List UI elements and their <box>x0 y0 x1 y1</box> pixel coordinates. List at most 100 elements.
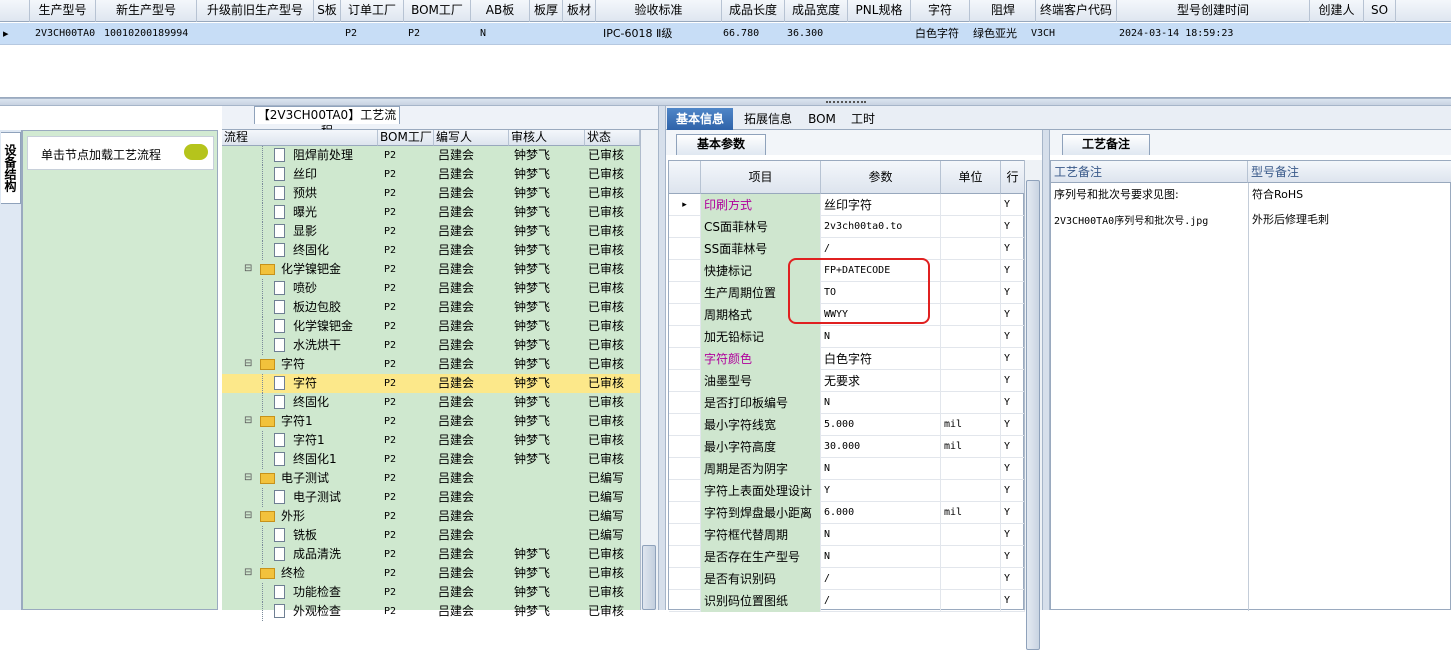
tree-hint-node[interactable]: 单击节点加载工艺流程 <box>27 136 214 170</box>
param-value[interactable]: 无要求 <box>821 370 941 392</box>
param-value[interactable]: Y <box>821 480 941 502</box>
table-row[interactable]: ▸ 2V3CH00TA0 10010200189994 P2 P2 N IPC-6018 Ⅱ… <box>0 23 1451 45</box>
table-row[interactable]: 功能检查 P2 吕建会 钟梦飞 已审核 <box>222 583 640 602</box>
top-grid-col-header[interactable]: AB板 <box>471 0 530 22</box>
table-row[interactable]: 终固化1 P2 吕建会 钟梦飞 已审核 <box>222 450 640 469</box>
table-row[interactable]: 外观检查 P2 吕建会 钟梦飞 已审核 <box>222 602 640 621</box>
top-grid-col-header[interactable]: 字符 <box>911 0 970 22</box>
table-row[interactable]: 字符1 P2 吕建会 钟梦飞 已审核 <box>222 431 640 450</box>
process-scrollbar[interactable] <box>640 130 658 610</box>
top-grid-col-header[interactable]: 新生产型号 <box>96 0 197 22</box>
table-row[interactable]: 预烘 P2 吕建会 钟梦飞 已审核 <box>222 184 640 203</box>
param-value[interactable]: / <box>821 568 941 590</box>
table-row[interactable]: 阻焊前处理 P2 吕建会 钟梦飞 已审核 <box>222 146 640 165</box>
process-title-tab[interactable]: 【2V3CH00TA0】工艺流程 <box>254 106 400 138</box>
table-row[interactable]: 字符颜色 白色字符 Y <box>669 348 1025 370</box>
tab-bom[interactable]: BOM <box>805 108 839 130</box>
param-value[interactable]: N <box>821 392 941 414</box>
process-col-flow[interactable]: 流程 <box>222 130 378 146</box>
table-row[interactable]: 最小字符线宽 5.000 mil Y <box>669 414 1025 436</box>
table-row[interactable]: 电子测试 P2 吕建会 已编写 <box>222 488 640 507</box>
table-row[interactable]: 化学镍钯金 P2 吕建会 钟梦飞 已审核 <box>222 317 640 336</box>
table-row[interactable]: 识别码位置图纸 / Y <box>669 590 1025 612</box>
top-grid-col-header[interactable]: S板 <box>314 0 341 22</box>
table-row[interactable]: 字符到焊盘最小距离 6.000 mil Y <box>669 502 1025 524</box>
collapse-icon[interactable]: ⊟ <box>244 511 253 521</box>
top-grid-col-header[interactable]: 验收标准 <box>596 0 722 22</box>
vertical-splitter-left[interactable] <box>658 106 666 610</box>
table-row[interactable]: 加无铅标记 N Y <box>669 326 1025 348</box>
top-grid-col-header[interactable]: 创建人 <box>1310 0 1364 22</box>
param-value[interactable]: 5.000 <box>821 414 941 436</box>
table-row[interactable]: 喷砂 P2 吕建会 钟梦飞 已审核 <box>222 279 640 298</box>
top-grid-col-header[interactable]: 升级前旧生产型号 <box>197 0 314 22</box>
param-value[interactable]: 2v3ch00ta0.to <box>821 216 941 238</box>
top-grid-col-header[interactable]: 终端客户代码 <box>1036 0 1117 22</box>
top-grid-col-header[interactable]: 成品长度 <box>722 0 785 22</box>
table-row[interactable]: 是否存在生产型号 N Y <box>669 546 1025 568</box>
vertical-splitter-right[interactable] <box>1042 130 1050 610</box>
param-value[interactable]: / <box>821 590 941 612</box>
top-grid-col-header[interactable]: 阻焊 <box>971 0 1036 22</box>
collapse-icon[interactable]: ⊟ <box>244 264 253 274</box>
process-scroll-thumb[interactable] <box>642 545 656 610</box>
table-row[interactable]: 终固化 P2 吕建会 钟梦飞 已审核 <box>222 393 640 412</box>
tab-process-notes[interactable]: 工艺备注 <box>1062 134 1150 155</box>
top-grid-col-header[interactable]: PNL规格 <box>848 0 911 22</box>
table-row[interactable]: 板边包胶 P2 吕建会 钟梦飞 已审核 <box>222 298 640 317</box>
process-col-status[interactable]: 状态 <box>585 130 640 146</box>
param-value[interactable]: N <box>821 326 941 348</box>
table-row[interactable]: 是否打印板编号 N Y <box>669 392 1025 414</box>
table-row[interactable]: 字符上表面处理设计 Y Y <box>669 480 1025 502</box>
params-col-value[interactable]: 参数 <box>821 161 941 194</box>
table-row[interactable]: 油墨型号 无要求 Y <box>669 370 1025 392</box>
table-row[interactable]: 丝印 P2 吕建会 钟梦飞 已审核 <box>222 165 640 184</box>
top-grid-col-header[interactable]: SO <box>1364 0 1396 22</box>
table-row[interactable]: 水洗烘干 P2 吕建会 钟梦飞 已审核 <box>222 336 640 355</box>
tab-work-hours[interactable]: 工时 <box>846 108 880 130</box>
table-row[interactable]: ⊟ 终检 P2 吕建会 钟梦飞 已审核 <box>222 564 640 583</box>
table-row[interactable]: CS面菲林号 2v3ch00ta0.to Y <box>669 216 1025 238</box>
table-row[interactable]: SS面菲林号 / Y <box>669 238 1025 260</box>
table-row[interactable]: 最小字符高度 30.000 mil Y <box>669 436 1025 458</box>
top-grid-col-header[interactable]: BOM工厂 <box>404 0 471 22</box>
process-col-writer[interactable]: 编写人 <box>434 130 509 146</box>
top-grid-col-header[interactable]: 生产型号 <box>30 0 96 22</box>
table-row[interactable]: ⊟ 化学镍钯金 P2 吕建会 钟梦飞 已审核 <box>222 260 640 279</box>
params-col-item[interactable]: 项目 <box>701 161 821 194</box>
collapse-icon[interactable]: ⊟ <box>244 473 253 483</box>
params-col-unit[interactable]: 单位 <box>941 161 1001 194</box>
table-row[interactable]: 成品清洗 P2 吕建会 钟梦飞 已审核 <box>222 545 640 564</box>
collapse-icon[interactable]: ⊟ <box>244 568 253 578</box>
splitter-grip[interactable] <box>826 101 866 104</box>
param-value[interactable]: / <box>821 238 941 260</box>
top-grid-col-header[interactable]: 订单工厂 <box>341 0 404 22</box>
tab-basic-info[interactable]: 基本信息 <box>667 108 733 130</box>
table-row[interactable]: 字符框代替周期 N Y <box>669 524 1025 546</box>
params-scroll-thumb[interactable] <box>1026 180 1040 650</box>
table-row[interactable]: ⊟ 字符 P2 吕建会 钟梦飞 已审核 <box>222 355 640 374</box>
table-row[interactable]: ⊟ 字符1 P2 吕建会 钟梦飞 已审核 <box>222 412 640 431</box>
param-value[interactable]: 30.000 <box>821 436 941 458</box>
top-grid-col-header[interactable]: 型号创建时间 <box>1117 0 1310 22</box>
table-row[interactable]: ▸ 印刷方式 丝印字符 Y <box>669 194 1025 216</box>
tab-extended-info[interactable]: 拓展信息 <box>741 108 795 130</box>
param-value[interactable]: 白色字符 <box>821 348 941 370</box>
horizontal-splitter[interactable] <box>0 98 1451 106</box>
top-grid-col-header[interactable]: 板厚 <box>530 0 563 22</box>
params-col-flag[interactable]: 行 <box>1001 161 1025 194</box>
param-value[interactable]: N <box>821 546 941 568</box>
tab-equipment-structure[interactable]: 设备结构 <box>1 132 21 204</box>
table-row[interactable]: 铣板 P2 吕建会 已编写 <box>222 526 640 545</box>
table-row[interactable]: 字符 P2 吕建会 钟梦飞 已审核 <box>222 374 640 393</box>
process-col-bom-factory[interactable]: BOM工厂 <box>378 130 434 146</box>
top-grid-col-header[interactable]: 板材 <box>563 0 596 22</box>
param-value[interactable]: 丝印字符 <box>821 194 941 216</box>
table-row[interactable]: ⊟ 外形 P2 吕建会 已编写 <box>222 507 640 526</box>
table-row[interactable]: 终固化 P2 吕建会 钟梦飞 已审核 <box>222 241 640 260</box>
param-value[interactable]: N <box>821 458 941 480</box>
top-grid-col-header[interactable]: 成品宽度 <box>785 0 848 22</box>
table-row[interactable]: ⊟ 电子测试 P2 吕建会 已编写 <box>222 469 640 488</box>
param-value[interactable]: N <box>821 524 941 546</box>
tab-basic-params[interactable]: 基本参数 <box>676 134 766 155</box>
